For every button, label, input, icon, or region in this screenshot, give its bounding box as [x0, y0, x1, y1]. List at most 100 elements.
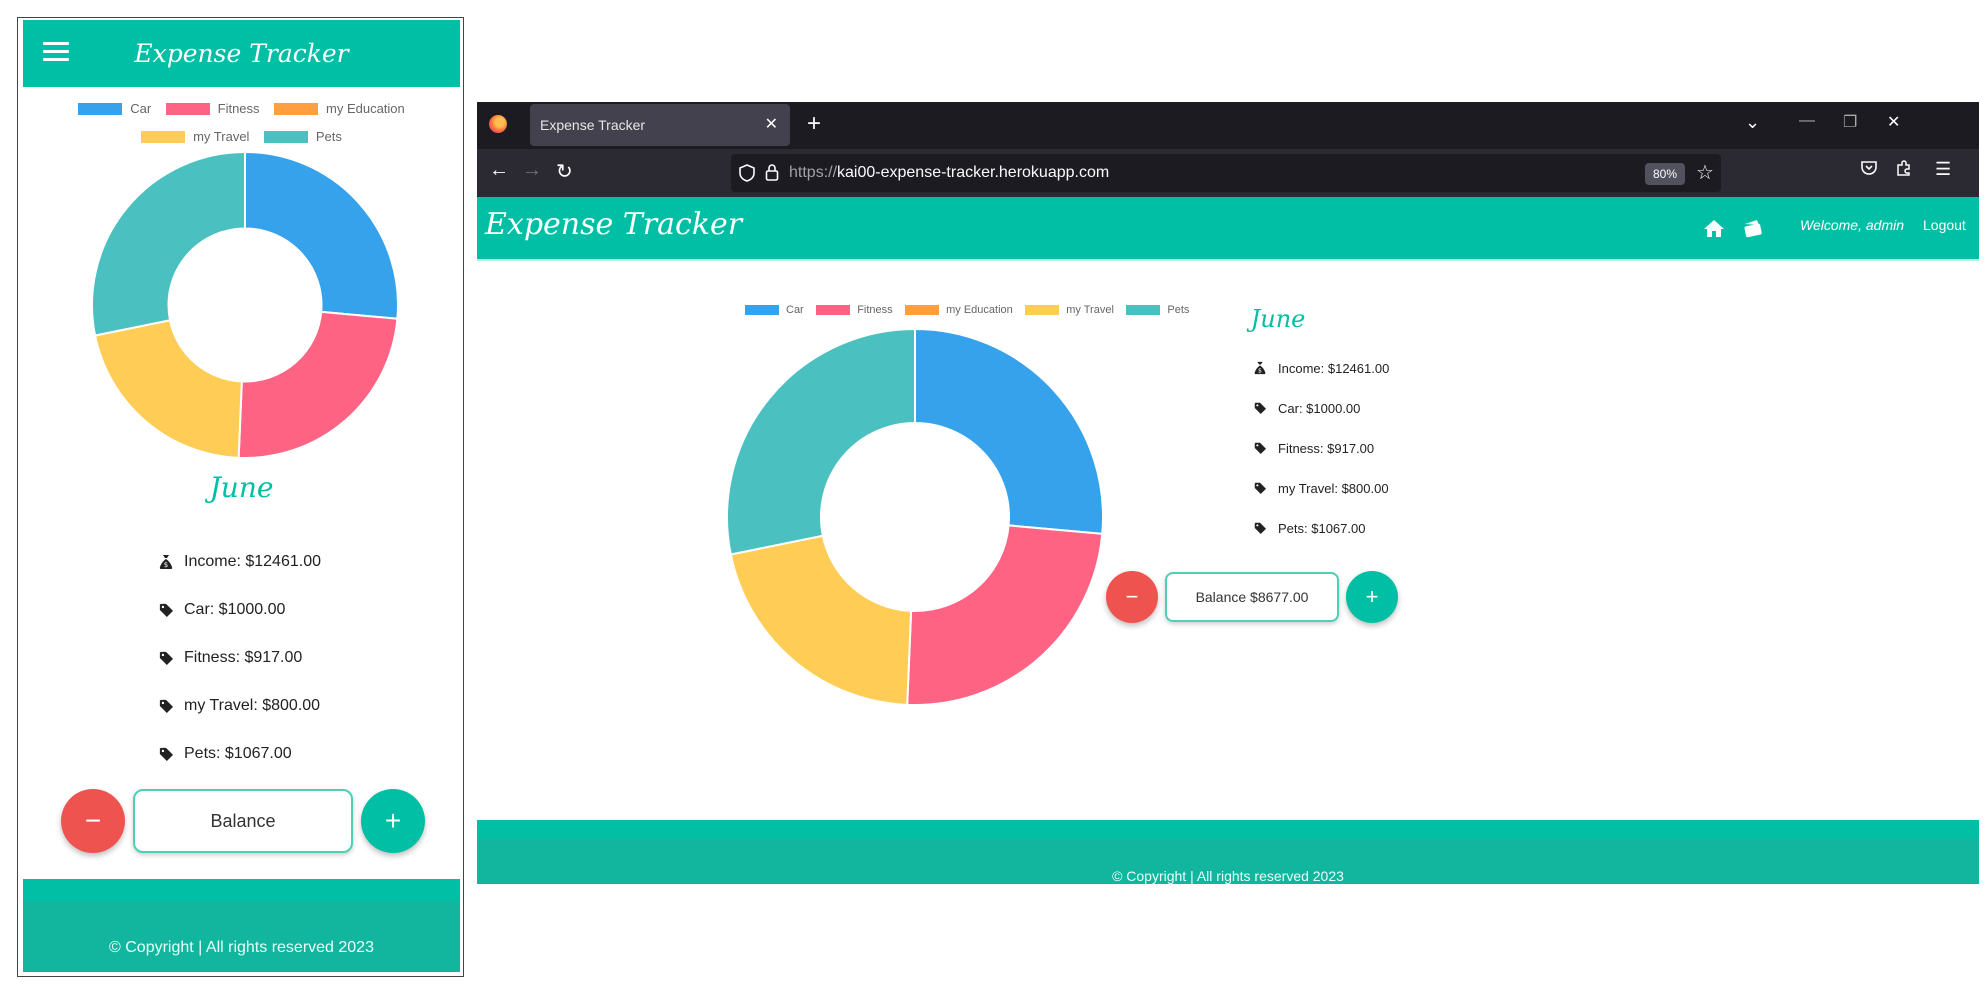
add-income-button[interactable]: + [361, 789, 425, 853]
money-bag-icon: $ [1252, 360, 1268, 376]
slice-car[interactable] [244, 150, 399, 320]
slice-my-travel[interactable] [729, 534, 913, 706]
svg-text:$: $ [1258, 367, 1262, 374]
bookmark-star-icon[interactable]: ☆ [1696, 160, 1714, 185]
car-row: Car: $1000.00 [1252, 388, 1389, 428]
tag-icon [1252, 480, 1268, 496]
tag-icon [158, 746, 174, 762]
minimize-icon[interactable]: — [1799, 112, 1815, 130]
reload-icon[interactable]: ↻ [556, 159, 573, 184]
app-title[interactable]: Expense Tracker [485, 207, 742, 242]
income-text: Income: $12461.00 [1278, 360, 1390, 376]
fitness-text: Fitness: $917.00 [1278, 440, 1375, 456]
expense-donut-chart [91, 150, 399, 459]
summary-list: $ Income: $12461.00 Car: $1000.00 Fitnes… [158, 538, 321, 778]
firefox-logo-icon [489, 115, 507, 133]
travel-text: my Travel: $800.00 [1278, 480, 1389, 496]
subtract-expense-button[interactable]: − [1106, 571, 1158, 623]
car-row: Car: $1000.00 [158, 586, 321, 634]
balance-button[interactable]: Balance [133, 789, 353, 853]
restore-icon[interactable]: ❐ [1843, 112, 1857, 132]
tag-icon [158, 650, 174, 666]
tag-icon [1252, 520, 1268, 536]
income-text: Income: $12461.00 [184, 553, 321, 570]
month-title: June [209, 471, 274, 504]
home-icon[interactable] [1703, 218, 1725, 238]
travel-row: my Travel: $800.00 [158, 682, 321, 730]
site-header: Expense Tracker Welcome, admin Logout [477, 197, 1979, 259]
wallet-icon[interactable] [1742, 217, 1764, 239]
income-row: $ Income: $12461.00 [158, 538, 321, 586]
url-text: https://kai00-expense-tracker.herokuapp.… [789, 164, 1110, 181]
slice-my-travel[interactable] [93, 319, 243, 459]
fitness-row: Fitness: $917.00 [158, 634, 321, 682]
slice-fitness[interactable] [906, 524, 1104, 706]
legend-item-my-education[interactable]: my Education [905, 304, 1013, 316]
slice-fitness[interactable] [237, 310, 399, 459]
new-tab-icon[interactable]: + [807, 110, 821, 138]
list-tabs-chevron-icon[interactable]: ⌄ [1745, 112, 1760, 133]
tag-icon [158, 602, 174, 618]
app-title: Expense Tracker [134, 39, 349, 68]
legend-item-car[interactable]: Car [78, 96, 151, 122]
zoom-indicator[interactable]: 80% [1645, 163, 1685, 185]
legend-item-fitness[interactable]: Fitness [816, 304, 893, 316]
balance-controls: − Balance + [61, 788, 431, 854]
welcome-text: Welcome, admin [1800, 217, 1905, 233]
back-arrow-icon[interactable]: ← [489, 159, 509, 182]
mobile-view: Expense Tracker Car Fitness my Education… [17, 17, 464, 977]
footer: © Copyright | All rights reserved 2023 [23, 879, 460, 972]
chart-legend: Car Fitness my Education my Travel Pets [741, 302, 1191, 320]
legend-item-fitness[interactable]: Fitness [165, 96, 260, 122]
url-bar[interactable]: https://kai00-expense-tracker.herokuapp.… [731, 154, 1721, 192]
mobile-header: Expense Tracker [23, 20, 460, 87]
balance-controls: − Balance $8677.00 + [1106, 570, 1410, 624]
balance-button[interactable]: Balance $8677.00 [1165, 572, 1339, 622]
footer: © Copyright | All rights reserved 2023 [477, 820, 1979, 884]
car-text: Car: $1000.00 [184, 601, 286, 618]
hamburger-menu-icon[interactable] [43, 42, 69, 64]
expense-donut-chart [726, 327, 1104, 706]
month-title: June [1250, 305, 1306, 333]
money-bag-icon: $ [158, 554, 174, 570]
fitness-row: Fitness: $917.00 [1252, 428, 1389, 468]
slice-pets[interactable] [91, 150, 246, 337]
forward-arrow-icon[interactable]: → [522, 159, 542, 182]
tab-expense-tracker[interactable]: Expense Tracker ✕ [530, 104, 790, 146]
hamburger-menu-icon[interactable]: ☰ [1935, 159, 1951, 180]
chart-legend: Car Fitness my Education my Travel Pets [23, 96, 460, 152]
close-window-icon[interactable]: ✕ [1887, 112, 1900, 132]
lock-icon [765, 164, 779, 181]
pets-row: Pets: $1067.00 [1252, 508, 1389, 548]
legend-item-car[interactable]: Car [745, 304, 804, 316]
slice-car[interactable] [914, 327, 1104, 535]
tag-icon [1252, 400, 1268, 416]
fitness-text: Fitness: $917.00 [184, 649, 303, 666]
pocket-icon[interactable] [1860, 159, 1878, 182]
pets-text: Pets: $1067.00 [184, 745, 292, 762]
extensions-icon[interactable] [1895, 159, 1913, 182]
tag-icon [1252, 440, 1268, 456]
subtract-expense-button[interactable]: − [61, 789, 125, 853]
tab-bar: Expense Tracker ✕ + ⌄ — ❐ ✕ [477, 102, 1979, 149]
travel-text: my Travel: $800.00 [184, 697, 321, 714]
pets-row: Pets: $1067.00 [158, 730, 321, 778]
legend-item-my-travel[interactable]: my Travel [1025, 304, 1114, 316]
slice-pets[interactable] [726, 327, 916, 556]
legend-item-my-travel[interactable]: my Travel [141, 124, 249, 150]
close-tab-icon[interactable]: ✕ [765, 114, 778, 134]
tag-icon [158, 698, 174, 714]
logout-link[interactable]: Logout [1923, 217, 1966, 233]
browser-window: Expense Tracker ✕ + ⌄ — ❐ ✕ ← → ↻ https:… [477, 102, 1979, 884]
copyright-text: © Copyright | All rights reserved 2023 [109, 939, 374, 956]
navigation-toolbar: ← → ↻ https://kai00-expense-tracker.hero… [477, 149, 1979, 197]
legend-item-my-education[interactable]: my Education [274, 96, 405, 122]
copyright-text: © Copyright | All rights reserved 2023 [1112, 868, 1344, 884]
summary-list: $ Income: $12461.00 Car: $1000.00 Fitnes… [1252, 348, 1389, 548]
pets-text: Pets: $1067.00 [1278, 520, 1366, 536]
travel-row: my Travel: $800.00 [1252, 468, 1389, 508]
add-income-button[interactable]: + [1346, 571, 1398, 623]
legend-item-pets[interactable]: Pets [263, 124, 342, 150]
income-row: $ Income: $12461.00 [1252, 348, 1389, 388]
svg-text:$: $ [164, 561, 168, 569]
